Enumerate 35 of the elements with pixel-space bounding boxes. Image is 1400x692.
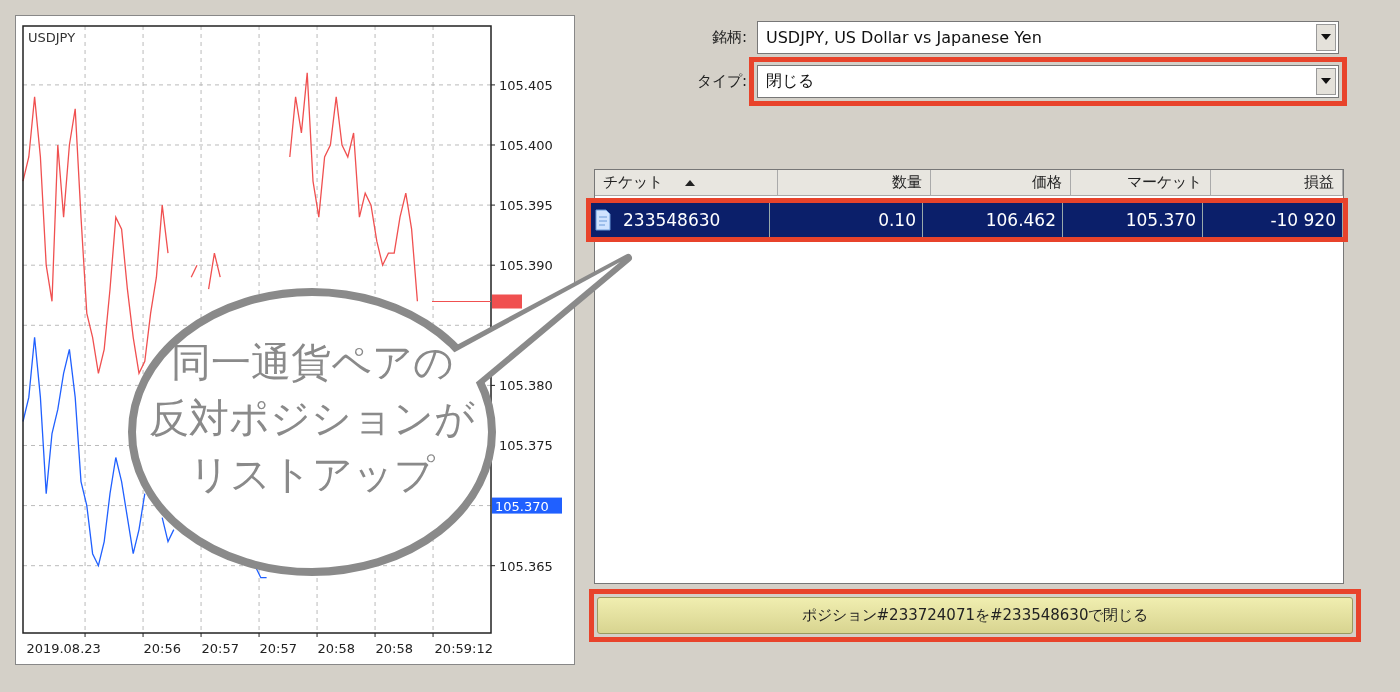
- column-header[interactable]: マーケット: [1071, 170, 1211, 196]
- axis-label: 20:59:12: [434, 641, 493, 656]
- axis-label: 20:57: [201, 641, 239, 656]
- axis-label: 2019.08.23: [26, 641, 101, 656]
- table-cell: -10 920: [1203, 203, 1343, 237]
- axis-label: 20:58: [375, 641, 413, 656]
- price-label: 105.370: [495, 498, 549, 514]
- axis-label: 105.395: [499, 198, 553, 214]
- axis-label: 105.390: [499, 258, 553, 274]
- price-level-line: [431, 300, 492, 303]
- column-header[interactable]: 価格: [931, 170, 1071, 196]
- axis-label: 20:57: [259, 641, 297, 656]
- field-label: タイプ:: [695, 71, 747, 91]
- axis-label: 105.375: [499, 438, 553, 454]
- axis-label: 105.400: [499, 138, 553, 153]
- callout-text: 同一通貨ペアの 反対ポジションが リストアップ: [148, 338, 476, 499]
- axis-label: 105.405: [499, 77, 553, 93]
- close-position-button[interactable]: ポジション#233724071を#233548630で閉じる: [597, 597, 1353, 634]
- column-header[interactable]: チケット: [595, 170, 778, 196]
- column-header[interactable]: 損益: [1211, 170, 1343, 196]
- table-cell: 105.370: [1063, 203, 1203, 237]
- chart-title: USDJPY: [28, 30, 76, 45]
- axis-label: 20:58: [317, 641, 355, 656]
- table-cell: 0.10: [770, 203, 923, 237]
- table-row[interactable]: 233548630 0.10 106.462 105.370 -10 920: [591, 203, 1343, 237]
- column-header[interactable]: 数量: [778, 170, 931, 196]
- document-icon: [595, 209, 611, 231]
- field-label: 銘柄:: [710, 27, 747, 47]
- table-cell: 106.462: [923, 203, 1063, 237]
- axis-label: 105.365: [499, 558, 553, 574]
- dropdown-field[interactable]: USDJPY, US Dollar vs Japanese Yen: [757, 20, 1339, 54]
- axis-label: 20:56: [143, 641, 181, 656]
- table-cell: 233548630: [623, 210, 721, 230]
- axis-label: 105.380: [499, 378, 553, 394]
- dropdown-field[interactable]: 閉じる: [757, 64, 1339, 98]
